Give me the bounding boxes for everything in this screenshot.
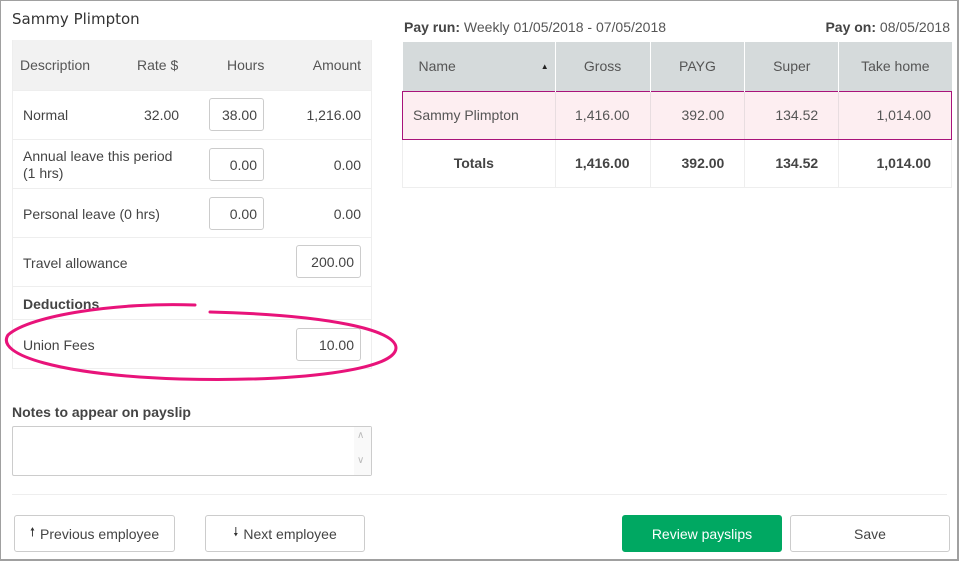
notes-label: Notes to appear on payslip xyxy=(12,404,191,420)
totals-gross: 1,416.00 xyxy=(554,139,651,188)
sort-asc-icon[interactable]: ▲ xyxy=(541,62,549,71)
notes-textarea[interactable]: ∧ ∨ xyxy=(12,426,372,476)
col-payg-header[interactable]: PAYG xyxy=(649,42,745,91)
hours-input-personal-leave[interactable] xyxy=(209,197,264,230)
header-amount: Amount xyxy=(312,57,361,73)
previous-employee-button[interactable]: 🠕 Previous employee xyxy=(14,515,175,552)
row-amount: 0.00 xyxy=(333,157,361,173)
pay-on-info: Pay on: 08/05/2018 xyxy=(825,19,950,35)
cell-super: 134.52 xyxy=(744,90,839,140)
earnings-row-annual-leave: Annual leave this period (1 hrs) 0.00 xyxy=(13,139,371,188)
cell-name: Sammy Plimpton xyxy=(402,90,556,140)
earnings-table-header: Description Rate $ Hours Amount xyxy=(13,40,371,90)
pay-run-label: Pay run: xyxy=(404,19,461,35)
row-description: Normal xyxy=(23,107,69,123)
review-payslips-button[interactable]: Review payslips xyxy=(622,515,782,552)
row-description-line2: (1 hrs) xyxy=(23,165,64,181)
earnings-table: Description Rate $ Hours Amount Normal 3… xyxy=(12,40,372,369)
summary-totals-row: Totals 1,416.00 392.00 134.52 1,014.00 xyxy=(402,139,952,188)
amount-input-union-fees[interactable] xyxy=(296,328,361,361)
pay-on-label: Pay on: xyxy=(825,19,877,35)
col-super-header[interactable]: Super xyxy=(744,42,839,91)
summary-row-selected[interactable]: Sammy Plimpton 1,416.00 392.00 134.52 1,… xyxy=(402,90,952,140)
deductions-heading: Deductions xyxy=(23,296,100,312)
arrow-down-icon: 🠗 xyxy=(233,525,239,539)
pay-on-value: 08/05/2018 xyxy=(879,19,950,35)
col-gross-header[interactable]: Gross xyxy=(554,42,651,91)
save-button[interactable]: Save xyxy=(790,515,950,552)
header-rate: Rate $ xyxy=(137,57,179,73)
row-rate: 32.00 xyxy=(144,107,180,123)
summary-header-row: Name ▲ Gross PAYG Super Take home xyxy=(402,42,952,91)
hours-input-normal[interactable] xyxy=(209,98,264,131)
totals-payg: 392.00 xyxy=(649,139,745,188)
col-take-home-header[interactable]: Take home xyxy=(838,42,952,91)
pay-run-value: Weekly 01/05/2018 - 07/05/2018 xyxy=(463,19,667,35)
deduction-row-union-fees: Union Fees xyxy=(13,319,371,368)
cell-payg: 392.00 xyxy=(649,90,745,140)
arrow-up-icon: 🠕 xyxy=(29,525,36,539)
scroll-up-icon[interactable]: ∧ xyxy=(357,430,364,441)
col-name-header[interactable]: Name ▲ xyxy=(402,42,556,91)
row-description: Annual leave this period xyxy=(23,148,173,164)
hours-input-annual-leave[interactable] xyxy=(209,148,264,181)
cell-gross: 1,416.00 xyxy=(554,90,651,140)
pay-run-info: Pay run: Weekly 01/05/2018 - 07/05/2018 xyxy=(404,19,666,35)
header-hours: Hours xyxy=(227,57,265,73)
footer-divider xyxy=(12,494,947,495)
row-amount: 0.00 xyxy=(333,206,361,222)
totals-take-home: 1,014.00 xyxy=(838,139,952,188)
totals-label: Totals xyxy=(402,139,556,188)
amount-input-travel-allowance[interactable] xyxy=(296,245,361,278)
totals-super: 134.52 xyxy=(744,139,839,188)
row-description: Union Fees xyxy=(23,337,95,353)
cell-take-home: 1,014.00 xyxy=(838,90,952,140)
deductions-heading-row: Deductions xyxy=(13,286,371,319)
scroll-down-icon[interactable]: ∨ xyxy=(357,455,364,466)
row-description: Travel allowance xyxy=(23,255,128,271)
earnings-row-travel-allowance: Travel allowance xyxy=(13,237,371,286)
pay-summary-table: Name ▲ Gross PAYG Super Take home Sammy P… xyxy=(402,42,952,188)
notes-scrollbar[interactable]: ∧ ∨ xyxy=(354,427,371,475)
header-description: Description xyxy=(20,57,91,73)
earnings-row-personal-leave: Personal leave (0 hrs) 0.00 xyxy=(13,188,371,237)
earnings-row-normal: Normal 32.00 1,216.00 xyxy=(13,90,371,139)
row-amount: 1,216.00 xyxy=(306,107,362,123)
row-description: Personal leave (0 hrs) xyxy=(23,206,160,222)
next-employee-button[interactable]: 🠗 Next employee xyxy=(205,515,365,552)
employee-name: Sammy Plimpton xyxy=(12,10,140,28)
